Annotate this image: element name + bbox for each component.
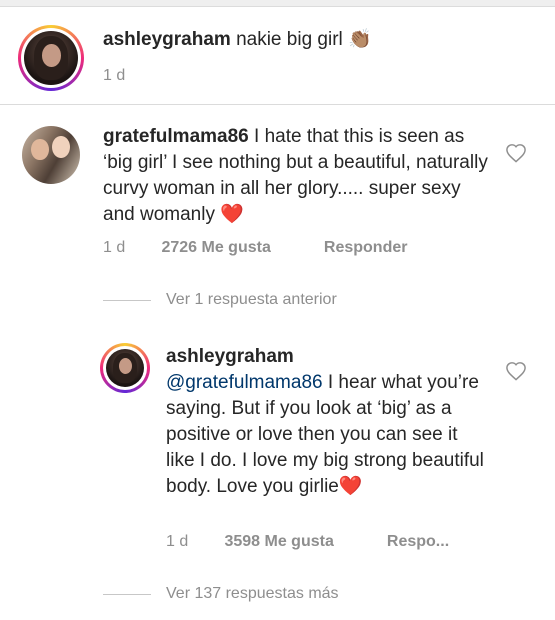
caption-time: 1 d [103,67,126,84]
red-heart-emoji: ❤️ [338,476,363,497]
reply-username[interactable]: ashleygraham [166,344,486,370]
comment-likes[interactable]: 2726 Me gusta [161,239,319,257]
reply-meta: 1 d 3598 Me gusta Respo... [166,533,449,551]
reply-likes[interactable]: 3598 Me gusta [224,533,382,551]
reply-time: 1 d [166,533,189,550]
view-more-replies[interactable]: Ver 137 respuestas más [166,585,339,603]
top-divider [0,0,555,7]
clap-emoji: 👏🏽 [348,29,372,50]
caption-username[interactable]: ashleygraham [103,29,231,50]
caption-divider [0,104,555,105]
reply-text: ashleygraham @gratefulmama86 I hear what… [166,344,486,500]
comment-meta: 1 d 2726 Me gusta Responder [103,239,407,257]
caption-text: ashleygraham nakie big girl 👏🏽 [103,27,523,53]
reply-button[interactable]: Responder [324,239,408,257]
view-previous-replies[interactable]: Ver 1 respuesta anterior [166,291,337,309]
reply-button[interactable]: Respo... [387,533,449,551]
comment-time: 1 d [103,239,126,256]
thread-line [103,594,151,595]
comment-username[interactable]: gratefulmama86 [103,126,249,147]
thread-line [103,300,151,301]
comment-text: gratefulmama86 I hate that this is seen … [103,124,493,228]
caption-meta: 1 d [103,67,125,85]
caption-avatar[interactable] [18,25,84,91]
heart-outline-icon[interactable] [505,361,527,381]
heart-outline-icon[interactable] [505,143,527,163]
caption-body: nakie big girl [236,29,343,50]
comment-avatar[interactable] [22,126,80,184]
post-caption: ashleygraham nakie big girl 👏🏽 1 d [0,7,555,104]
reply-avatar[interactable] [100,343,150,393]
red-heart-emoji: ❤️ [220,204,244,225]
reply-mention[interactable]: @gratefulmama86 [166,372,323,393]
